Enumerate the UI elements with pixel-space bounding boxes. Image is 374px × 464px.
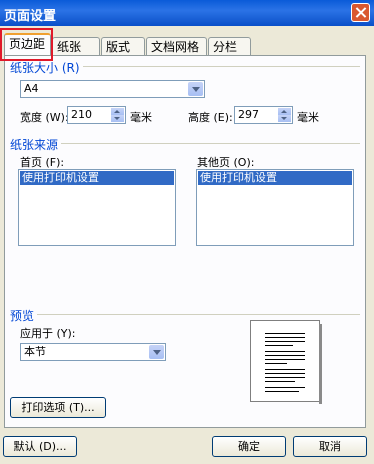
- default-button[interactable]: 默认 (D)...: [3, 436, 77, 457]
- cancel-button[interactable]: 取消: [293, 436, 367, 457]
- tab-layout[interactable]: 版式: [101, 37, 145, 55]
- chevron-down-icon[interactable]: [188, 82, 203, 96]
- paper-size-group-label: 纸张大小 (R): [10, 59, 83, 76]
- paper-size-select[interactable]: A4: [20, 80, 205, 98]
- height-spinner[interactable]: 297: [234, 106, 293, 124]
- divider: [12, 314, 360, 315]
- title-bar: 页面设置: [0, 0, 374, 26]
- divider: [12, 143, 360, 144]
- apply-to-value: 本节: [24, 345, 46, 358]
- width-label: 宽度 (W):: [20, 111, 69, 124]
- first-page-listbox[interactable]: 使用打印机设置: [18, 169, 176, 246]
- window-title: 页面设置: [4, 9, 57, 24]
- preview-text-line: [265, 377, 305, 378]
- height-spin-arrows[interactable]: [278, 108, 291, 122]
- preview-text-line: [265, 369, 305, 370]
- preview-text-line: [265, 381, 295, 382]
- spin-down-icon[interactable]: [111, 115, 124, 122]
- preview-text-line: [265, 333, 305, 334]
- close-icon[interactable]: [351, 3, 370, 22]
- page-preview: [250, 320, 322, 404]
- tab-paper[interactable]: 纸张: [52, 37, 100, 55]
- preview-text-line: [265, 351, 305, 352]
- width-value: 210: [71, 108, 92, 121]
- ok-button[interactable]: 确定: [212, 436, 286, 457]
- tab-columns[interactable]: 分栏: [208, 37, 251, 55]
- width-unit: 毫米: [130, 111, 152, 124]
- first-page-label: 首页 (F):: [20, 156, 65, 169]
- height-label: 高度 (E):: [188, 111, 233, 124]
- chevron-down-icon[interactable]: [149, 345, 164, 359]
- height-unit: 毫米: [297, 111, 319, 124]
- other-pages-label: 其他页 (O):: [197, 156, 255, 169]
- preview-text-line: [265, 363, 287, 364]
- preview-text-line: [265, 391, 299, 392]
- list-item[interactable]: 使用打印机设置: [198, 171, 352, 185]
- spin-up-icon[interactable]: [111, 108, 124, 115]
- other-pages-listbox[interactable]: 使用打印机设置: [196, 169, 354, 246]
- tab-highlight-box: [0, 28, 53, 61]
- tab-doc-grid[interactable]: 文档网格: [146, 37, 207, 55]
- apply-to-select[interactable]: 本节: [20, 343, 166, 361]
- preview-text-line: [265, 359, 305, 360]
- preview-text-line: [265, 355, 305, 356]
- preview-text-line: [265, 345, 293, 346]
- height-value: 297: [238, 108, 259, 121]
- page-shadow: [319, 324, 322, 404]
- paper-size-value: A4: [24, 82, 39, 95]
- preview-text-line: [265, 387, 305, 388]
- spin-down-icon[interactable]: [278, 115, 291, 122]
- width-spin-arrows[interactable]: [111, 108, 124, 122]
- preview-text-line: [265, 373, 305, 374]
- spin-up-icon[interactable]: [278, 108, 291, 115]
- width-spinner[interactable]: 210: [67, 106, 126, 124]
- preview-group-label: 预览: [10, 307, 38, 324]
- preview-text-line: [265, 341, 305, 342]
- apply-to-label: 应用于 (Y):: [20, 327, 76, 340]
- paper-source-group-label: 纸张来源: [10, 136, 62, 153]
- print-options-button[interactable]: 打印选项 (T)...: [10, 397, 106, 418]
- list-item[interactable]: 使用打印机设置: [20, 171, 174, 185]
- preview-text-line: [265, 337, 305, 338]
